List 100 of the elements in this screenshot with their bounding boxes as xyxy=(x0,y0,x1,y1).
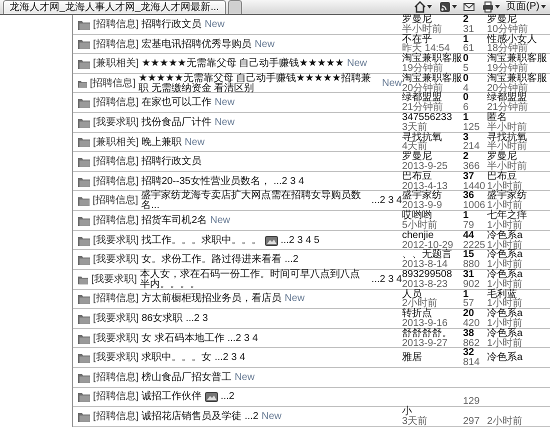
caret-icon[interactable] xyxy=(540,5,546,9)
post-title-link[interactable]: 盛宇家纺龙海专卖店扩大网点需在招聘女导购员数名... xyxy=(141,191,368,212)
page-number-links[interactable]: ...2 3 4 xyxy=(227,334,258,344)
last-poster-link[interactable]: 冷色系a xyxy=(487,328,548,339)
page-number-links[interactable]: ...2 xyxy=(284,255,298,265)
last-poster-link[interactable]: 七年之痒 xyxy=(487,211,548,221)
post-title-link[interactable]: 女 求石码本地工作 xyxy=(142,334,224,344)
category-label[interactable]: [招聘信息] xyxy=(93,157,139,167)
author-link[interactable]: 淘宝兼职客服 xyxy=(402,74,463,84)
view-count: 862 xyxy=(463,338,481,348)
category-label[interactable]: [招聘信息] xyxy=(93,412,139,422)
category-label[interactable]: [招聘信息] xyxy=(93,176,139,187)
browser-tab[interactable]: 龙海人才网_龙海人事人才网_龙海人才网最新... xyxy=(2,0,226,14)
post-title-link[interactable]: 招聘行政文员 xyxy=(142,157,202,167)
category-label[interactable]: [我要求职] xyxy=(93,118,139,128)
page-number-links[interactable]: ...2 3 4 xyxy=(371,274,402,285)
page-number-links[interactable]: ...2 3 4 xyxy=(273,176,304,187)
category-label[interactable]: [我要求职] xyxy=(93,255,139,265)
page-menu-button[interactable]: 页面(P) xyxy=(504,0,548,14)
print-icon[interactable] xyxy=(482,1,494,13)
page-number-links[interactable]: ...2 xyxy=(244,412,258,422)
post-date: 2013-9-27 xyxy=(402,338,449,348)
last-poster-link[interactable]: 罗曼尼 xyxy=(487,15,548,25)
author-link[interactable]: 寻找抗氧 xyxy=(402,132,463,142)
last-reply-time: 半小时前 xyxy=(487,162,528,172)
last-poster-link[interactable]: 冷色系a xyxy=(487,270,548,280)
author-link[interactable]: chenjie xyxy=(402,230,463,240)
author-link[interactable]: 罗曼尼 xyxy=(402,15,463,25)
page-number-links[interactable]: ...2 xyxy=(220,392,234,402)
category-label[interactable]: [我要求职] xyxy=(93,236,139,246)
author-link[interactable]: 淘宝兼职客服 xyxy=(402,54,463,64)
post-title-link[interactable]: 在家也可以工作 xyxy=(142,98,212,108)
author-link[interactable]: 小 xyxy=(402,407,463,417)
category-label[interactable]: [兼职相关] xyxy=(93,59,139,69)
post-title-link[interactable]: 找工作。。。求职中。。。 xyxy=(142,236,262,246)
post-title-link[interactable]: 86女求职 xyxy=(142,314,183,324)
author-link[interactable]: 盛宇家纺 xyxy=(402,191,463,202)
post-title-link[interactable]: 女。求份工作。路过得进来看看 xyxy=(142,255,282,265)
post-title-link[interactable]: 诚招工作伙伴 xyxy=(142,392,202,402)
page-number-links[interactable]: ...2 3 4 xyxy=(214,353,246,364)
post-title-link[interactable]: 方太前橱柜现招业务员，看店员 xyxy=(142,294,282,304)
post-title-link[interactable]: 招货车司机2名 xyxy=(142,216,208,226)
page-number-links[interactable]: ...2 3 xyxy=(186,314,208,324)
caret-icon[interactable] xyxy=(494,5,500,9)
page-number-links[interactable]: ...2 3 4 xyxy=(371,196,402,206)
author-link[interactable]: 893299508 xyxy=(402,270,463,280)
category-label[interactable]: [招聘信息] xyxy=(92,196,138,206)
category-label[interactable]: [招聘信息] xyxy=(93,372,139,383)
caret-icon[interactable] xyxy=(452,5,457,9)
last-poster-link[interactable]: 寻找抗氧 xyxy=(487,132,548,142)
author-link[interactable]: 、、无题言 xyxy=(402,250,463,260)
last-poster-link[interactable]: 淘宝兼职客服 xyxy=(487,74,548,84)
category-label[interactable]: [招聘信息] xyxy=(93,294,139,304)
last-poster-link[interactable]: 毛利蓝 xyxy=(487,290,548,300)
post-title-link[interactable]: 招聘行政文员 xyxy=(142,20,202,30)
category-label[interactable]: [兼职相关] xyxy=(93,138,139,148)
last-poster-link[interactable]: 淘宝兼职客服 xyxy=(487,54,548,64)
author-link[interactable]: 转折点 xyxy=(402,309,463,319)
category-label[interactable]: [招聘信息] xyxy=(93,392,139,402)
category-label[interactable]: [招聘信息] xyxy=(93,98,139,108)
post-title-link[interactable]: ★★★★★无需靠父母 自己动手赚钱★★★★★招聘兼职 无需缴纳资金 看清区别 xyxy=(138,74,379,94)
last-poster-link[interactable]: 冷色系a xyxy=(487,309,548,319)
post-title-link[interactable]: 本人女，求在石码一份工作。时间可早八点到八点半内。。。。 xyxy=(140,270,368,290)
author-link[interactable]: 雅居 xyxy=(402,353,463,364)
author-link[interactable]: 罗曼尼 xyxy=(402,152,463,162)
folder-icon xyxy=(78,98,90,108)
post-title-link[interactable]: 求职中。。。女 xyxy=(142,353,212,364)
category-label[interactable]: [招聘信息] xyxy=(93,40,139,50)
feed-icon[interactable] xyxy=(438,1,451,13)
post-title-link[interactable]: ★★★★★无需靠父母 自己动手赚钱★★★★★ xyxy=(142,59,344,69)
page-number-links[interactable]: ...2 3 4 5 xyxy=(280,236,320,246)
post-title-link[interactable]: 榜山食品厂招女普工 xyxy=(142,372,232,383)
post-title-link[interactable]: 招聘20--35女性营业员数名， xyxy=(142,176,270,187)
category-label[interactable]: [我要求职] xyxy=(93,334,139,344)
last-poster-link[interactable]: 匿名 xyxy=(487,113,548,123)
home-button[interactable] xyxy=(412,0,434,14)
last-poster-link[interactable]: 绿都盟盟 xyxy=(487,93,548,104)
last-poster-link[interactable]: 巴布豆 xyxy=(487,172,548,182)
author-link[interactable]: 不在乎 xyxy=(402,34,463,44)
last-poster-link[interactable]: 性感小女人 xyxy=(487,34,548,44)
category-label[interactable]: [招聘信息] xyxy=(93,20,139,30)
last-poster-link[interactable]: 冷色系a xyxy=(487,230,548,240)
category-label[interactable]: [我要求职] xyxy=(91,274,137,285)
category-label[interactable]: [我要求职] xyxy=(93,353,139,364)
author-link[interactable]: 347556233 xyxy=(402,113,463,123)
category-label[interactable]: [我要求职] xyxy=(93,314,139,324)
category-label[interactable]: [招聘信息] xyxy=(90,78,136,89)
author-link[interactable]: 舒舒舒舒。 xyxy=(402,328,463,339)
last-poster-link[interactable]: 冷色系a xyxy=(487,353,548,364)
caret-icon[interactable] xyxy=(427,5,432,9)
author-link[interactable]: 绿都盟盟 xyxy=(402,93,463,104)
post-title-link[interactable]: 找份食品厂计件 xyxy=(142,118,212,128)
browser-tab[interactable] xyxy=(228,0,242,14)
post-title-link[interactable]: 晚上兼职 xyxy=(142,138,182,148)
author-link[interactable]: 哎哟哟 xyxy=(402,211,463,221)
category-label[interactable]: [招聘信息] xyxy=(93,216,139,226)
post-title-link[interactable]: 诚招花店销售员及学徒 xyxy=(142,412,242,422)
home-icon[interactable] xyxy=(414,1,426,13)
post-title-link[interactable]: 宏基电讯招聘优秀导购员 xyxy=(142,40,252,50)
author-link[interactable]: 巴布豆 xyxy=(402,172,463,182)
